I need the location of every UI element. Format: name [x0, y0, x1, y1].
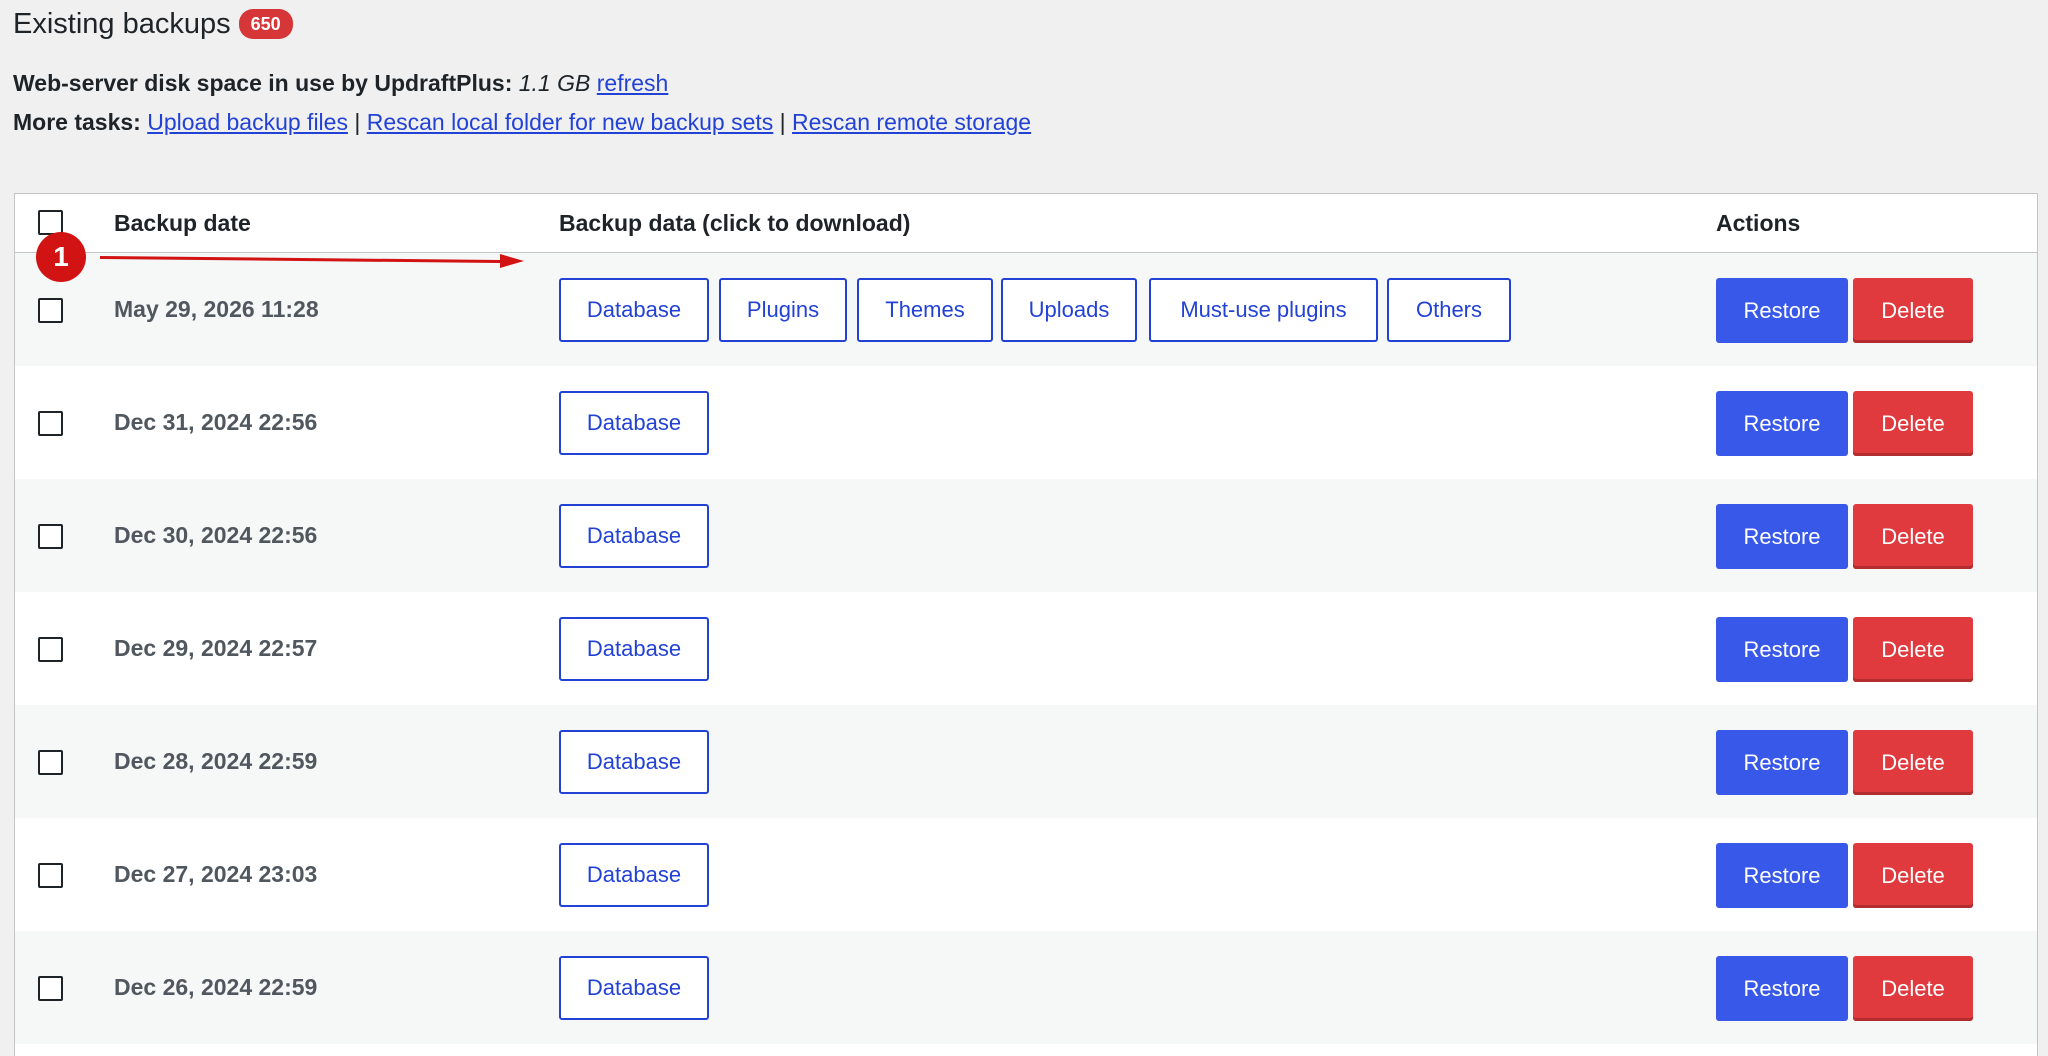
delete-button[interactable]: Delete [1853, 956, 1973, 1021]
row-select-checkbox[interactable] [38, 976, 63, 1001]
delete-button[interactable]: Delete [1853, 843, 1973, 908]
more-tasks-label: More tasks: [13, 109, 141, 135]
page-title-text: Existing backups [13, 7, 231, 40]
backup-date: May 29, 2026 11:28 [114, 296, 319, 322]
download-uploads-button[interactable]: Uploads [1001, 278, 1137, 342]
refresh-link[interactable]: refresh [597, 70, 669, 96]
restore-button[interactable]: Restore [1716, 956, 1848, 1021]
delete-button[interactable]: Delete [1853, 617, 1973, 682]
table-row: May 29, 2026 11:28 Database Plugins Themes U… [15, 253, 2037, 366]
column-header-actions: Actions [1716, 210, 1801, 236]
restore-button[interactable]: Restore [1716, 730, 1848, 795]
download-others-button[interactable]: Others [1387, 278, 1511, 342]
page-title: Existing backups 650 [13, 4, 293, 44]
row-select-checkbox[interactable] [38, 750, 63, 775]
backups-page: Existing backups 650 Web-server disk spa… [0, 0, 2048, 1056]
delete-button[interactable]: Delete [1853, 391, 1973, 456]
column-header-backup-date: Backup date [114, 210, 251, 236]
row-select-checkbox[interactable] [38, 637, 63, 662]
table-row: Dec 31, 2024 22:56 Database Restore Delete [15, 366, 2037, 479]
upload-backup-files-link[interactable]: Upload backup files [147, 109, 348, 135]
backup-date: Dec 27, 2024 23:03 [114, 861, 318, 887]
disk-space-label: Web-server disk space in use by UpdraftP… [13, 70, 513, 96]
download-themes-button[interactable]: Themes [857, 278, 993, 342]
annotation-marker: 1 [36, 232, 86, 282]
restore-button[interactable]: Restore [1716, 504, 1848, 569]
backup-count-badge: 650 [238, 9, 293, 39]
row-select-checkbox[interactable] [38, 524, 63, 549]
more-tasks: More tasks: Upload backup files | Rescan… [13, 107, 1031, 137]
column-header-backup-data: Backup data (click to download) [559, 210, 911, 236]
table-header: Backup date Backup data (click to downlo… [15, 194, 2037, 253]
disk-space-info: Web-server disk space in use by UpdraftP… [13, 68, 668, 98]
download-must-use-plugins-button[interactable]: Must-use plugins [1149, 278, 1378, 342]
backup-date: Dec 31, 2024 22:56 [114, 409, 318, 435]
table-row: Dec 27, 2024 23:03 Database Restore Delete [15, 818, 2037, 931]
rescan-local-folder-link[interactable]: Rescan local folder for new backup sets [367, 109, 774, 135]
backups-table: Backup date Backup data (click to downlo… [14, 193, 2038, 1056]
table-row: Dec 29, 2024 22:57 Database Restore Delete [15, 592, 2037, 705]
disk-space-value: 1.1 GB [518, 70, 591, 96]
row-select-checkbox[interactable] [38, 411, 63, 436]
backup-date: Dec 28, 2024 22:59 [114, 748, 318, 774]
table-row: Dec 30, 2024 22:56 Database Restore Delete [15, 479, 2037, 592]
separator: | [779, 109, 786, 135]
download-database-button[interactable]: Database [559, 956, 709, 1020]
table-row: Dec 28, 2024 22:59 Database Restore Delete [15, 705, 2037, 818]
restore-button[interactable]: Restore [1716, 843, 1848, 908]
download-database-button[interactable]: Database [559, 617, 709, 681]
rescan-remote-storage-link[interactable]: Rescan remote storage [792, 109, 1031, 135]
backup-date: Dec 30, 2024 22:56 [114, 522, 318, 548]
separator: | [354, 109, 361, 135]
delete-button[interactable]: Delete [1853, 730, 1973, 795]
download-database-button[interactable]: Database [559, 730, 709, 794]
download-database-button[interactable]: Database [559, 278, 709, 342]
table-row: Dec 26, 2024 22:59 Database Restore Delete [15, 931, 2037, 1044]
backup-date: Dec 26, 2024 22:59 [114, 974, 318, 1000]
delete-button[interactable]: Delete [1853, 278, 1973, 343]
restore-button[interactable]: Restore [1716, 617, 1848, 682]
restore-button[interactable]: Restore [1716, 391, 1848, 456]
download-plugins-button[interactable]: Plugins [719, 278, 847, 342]
row-select-checkbox[interactable] [38, 298, 63, 323]
download-database-button[interactable]: Database [559, 391, 709, 455]
delete-button[interactable]: Delete [1853, 504, 1973, 569]
row-select-checkbox[interactable] [38, 863, 63, 888]
backup-date: Dec 29, 2024 22:57 [114, 635, 318, 661]
download-database-button[interactable]: Database [559, 843, 709, 907]
restore-button[interactable]: Restore [1716, 278, 1848, 343]
download-database-button[interactable]: Database [559, 504, 709, 568]
